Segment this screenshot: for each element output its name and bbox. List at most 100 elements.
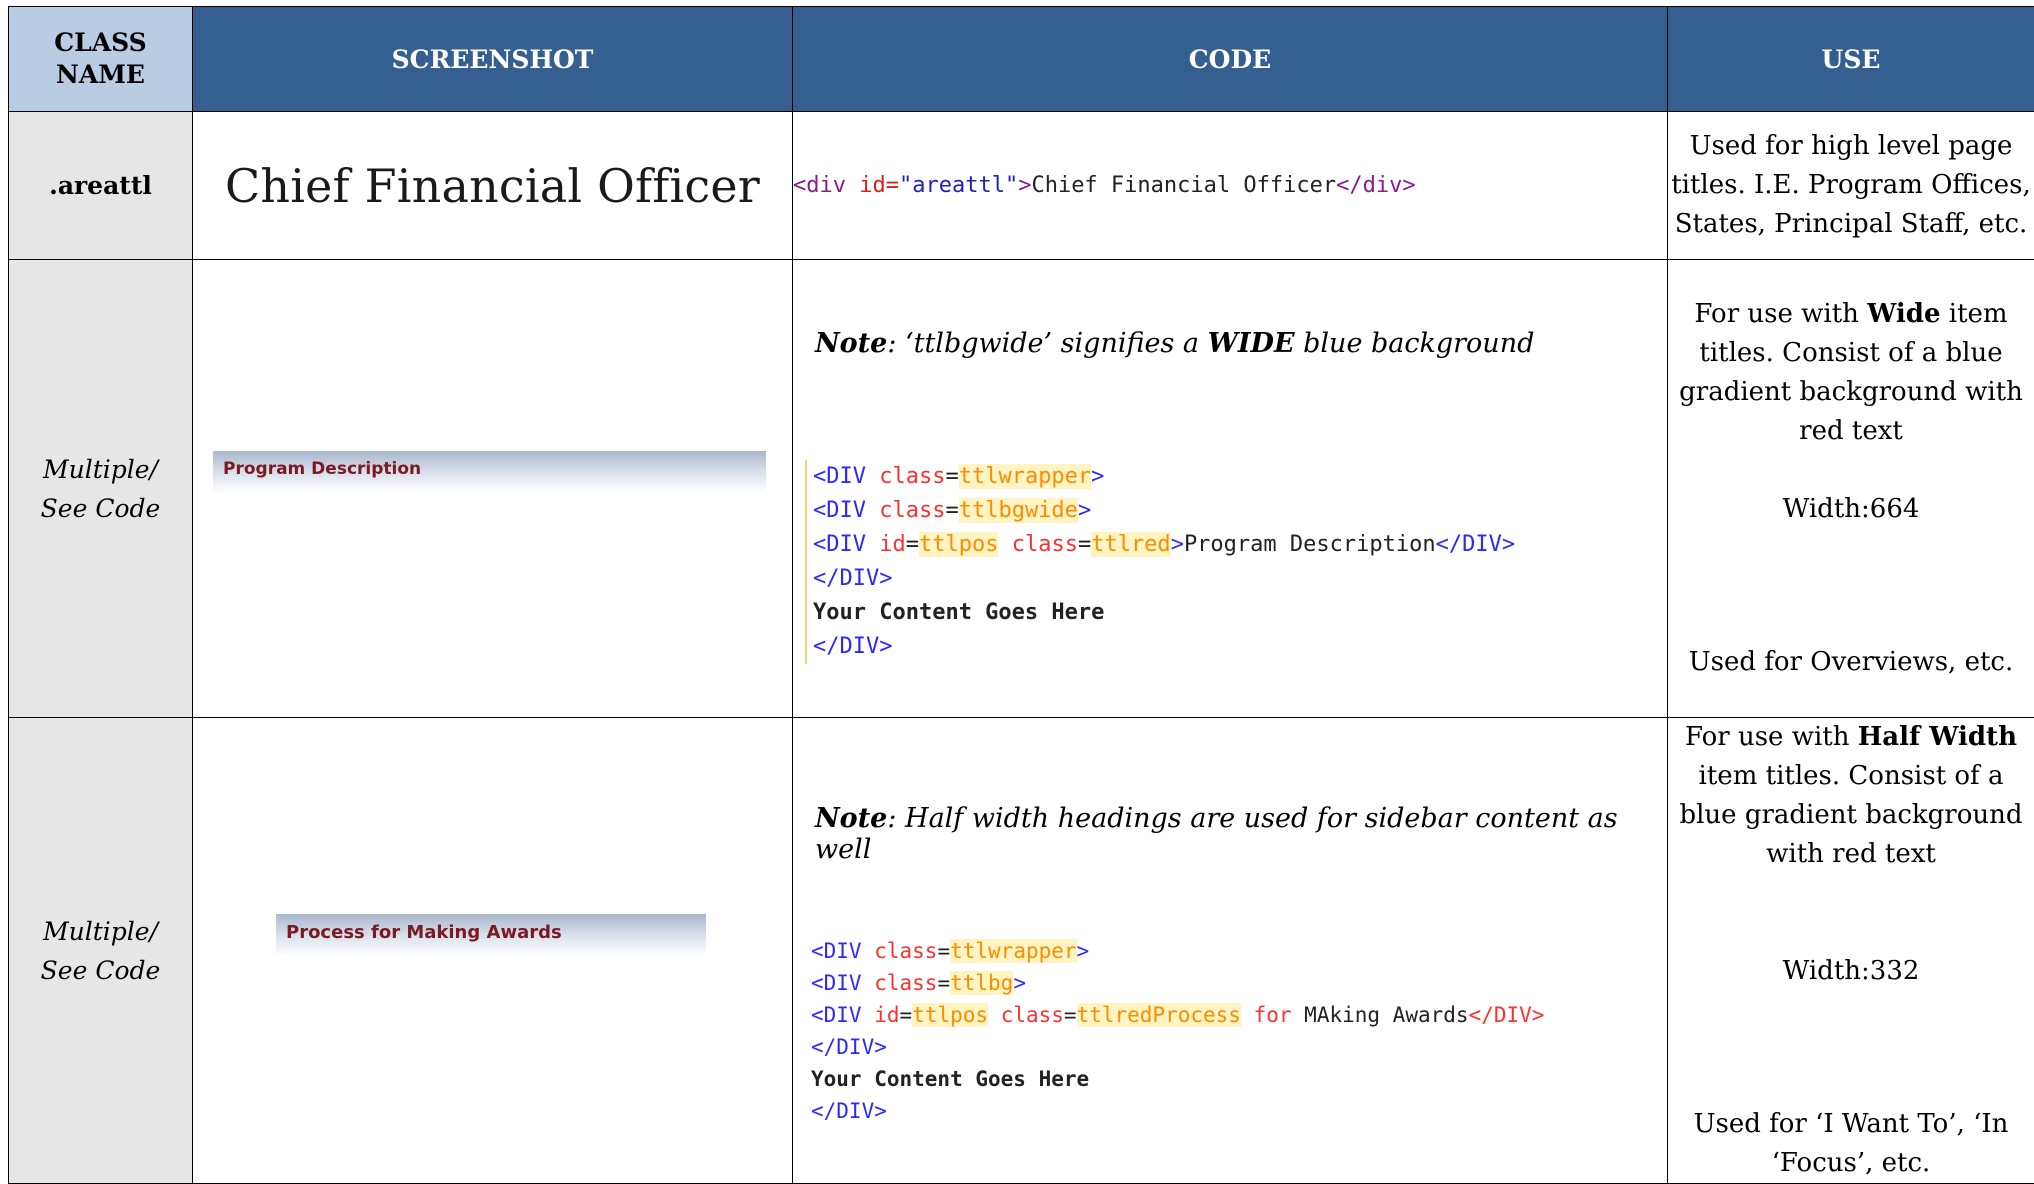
code-cell: Note: Half width headings are used for s… xyxy=(793,718,1668,1184)
header-code: CODE xyxy=(793,7,1668,112)
code-token: <DIV xyxy=(811,1003,862,1027)
class-name-cell: Multiple/ See Code xyxy=(9,260,193,718)
class-name-cell: Multiple/ See Code xyxy=(9,718,193,1184)
note-text-part: : Half width headings are used for sideb… xyxy=(815,803,1618,865)
table-row: Multiple/ See Code Program Description N… xyxy=(9,260,2034,718)
code-token: class xyxy=(1001,1003,1064,1027)
code-token: Program Description xyxy=(1184,532,1436,557)
note-label: Note xyxy=(815,328,887,359)
code-token: Chief Financial Officer xyxy=(1031,173,1336,198)
note-text: Note: Half width headings are used for s… xyxy=(815,803,1667,865)
table-row: .areattl Chief Financial Officer <div id… xyxy=(9,112,2034,260)
use-used-for: Used for Overviews, etc. xyxy=(1668,643,2034,682)
code-token: ttlpos xyxy=(919,532,998,557)
use-text: Used for high level page titles. I.E. Pr… xyxy=(1668,127,2034,244)
use-text-part: For use with xyxy=(1694,299,1867,329)
code-token: = xyxy=(1078,532,1091,557)
code-token: class xyxy=(1012,532,1078,557)
use-text: For use with Wide item titles. Consist o… xyxy=(1668,295,2034,451)
screenshot-cell: Chief Financial Officer xyxy=(193,112,793,260)
use-used-for: Used for ‘I Want To’, ‘In ‘Focus’, etc. xyxy=(1668,1105,2034,1183)
class-name-line: Multiple/ xyxy=(9,912,192,951)
code-token: </DIV> xyxy=(811,1035,887,1059)
code-token: class xyxy=(874,939,937,963)
code-snippet: <DIV class=ttlwrapper> <DIV class=ttlbgw… xyxy=(805,460,1515,664)
code-token: id xyxy=(874,1003,899,1027)
screenshot-cell: Process for Making Awards xyxy=(193,718,793,1184)
code-token: class xyxy=(874,971,937,995)
header-use: USE xyxy=(1668,7,2034,112)
code-token: ttlred xyxy=(1091,532,1170,557)
code-snippet: <DIV class=ttlwrapper> <DIV class=ttlbg>… xyxy=(805,935,1544,1127)
class-name-line: Multiple/ xyxy=(9,450,192,489)
code-token: for xyxy=(1241,1003,1304,1027)
code-token: <DIV xyxy=(813,464,866,489)
wide-title-bar-sample: Program Description xyxy=(213,451,766,493)
code-cell: <div id="areattl">Chief Financial Office… xyxy=(793,112,1668,260)
code-token: class xyxy=(879,464,945,489)
code-snippet: <div id="areattl">Chief Financial Office… xyxy=(793,169,1667,203)
note-text-part: blue background xyxy=(1295,328,1535,359)
note-bold: WIDE xyxy=(1208,328,1295,359)
code-token: </DIV> xyxy=(813,634,892,659)
code-token: = xyxy=(906,532,919,557)
code-token: </DIV> xyxy=(813,566,892,591)
use-text-bold: Half Width xyxy=(1858,722,2017,752)
class-name-cell: .areattl xyxy=(9,112,193,260)
code-token: > xyxy=(1171,532,1184,557)
code-token: </DIV> xyxy=(811,1099,887,1123)
code-token: > xyxy=(1013,971,1026,995)
code-token: <DIV xyxy=(811,971,862,995)
use-cell: For use with Half Width item titles. Con… xyxy=(1668,718,2034,1184)
half-title-bar-label: Process for Making Awards xyxy=(286,922,562,943)
code-token: <DIV xyxy=(813,498,866,523)
code-token: id xyxy=(879,532,906,557)
table-row: Multiple/ See Code Process for Making Aw… xyxy=(9,718,2034,1184)
code-token: > xyxy=(1018,173,1031,198)
header-screenshot: SCREENSHOT xyxy=(193,7,793,112)
note-text: Note: ‘ttlbgwide’ signifies a WIDE blue … xyxy=(815,328,1534,359)
code-token: ttlwrapper xyxy=(950,939,1076,963)
code-token: Your Content Goes Here xyxy=(811,1067,1089,1091)
code-token: id= xyxy=(859,173,899,198)
code-token: </DIV> xyxy=(1469,1003,1545,1027)
use-text-bold: Wide xyxy=(1867,299,1940,329)
use-text-part: For use with xyxy=(1685,722,1858,752)
code-token: ttlpos xyxy=(912,1003,988,1027)
code-token: ttlbgwide xyxy=(959,498,1078,523)
code-token: > xyxy=(1078,498,1091,523)
code-token: ttlredProcess xyxy=(1077,1003,1241,1027)
code-token: Your Content Goes Here xyxy=(813,600,1104,625)
code-token: </DIV> xyxy=(1436,532,1515,557)
code-token: = xyxy=(937,971,950,995)
note-text-part: : ‘ttlbgwide’ signifies a xyxy=(887,328,1207,359)
code-token: = xyxy=(1064,1003,1077,1027)
code-token: <DIV xyxy=(813,532,866,557)
use-cell: Used for high level page titles. I.E. Pr… xyxy=(1668,112,2034,260)
areattl-sample-title: Chief Financial Officer xyxy=(193,159,792,213)
code-token: = xyxy=(937,939,950,963)
note-label: Note xyxy=(815,803,887,834)
code-token: > xyxy=(1091,464,1104,489)
code-token: ttlbg xyxy=(950,971,1013,995)
code-token: class xyxy=(879,498,945,523)
code-cell: Note: ‘ttlbgwide’ signifies a WIDE blue … xyxy=(793,260,1668,718)
header-class-name: CLASS NAME xyxy=(9,7,193,112)
half-title-bar-sample: Process for Making Awards xyxy=(276,914,706,956)
use-text: For use with Half Width item titles. Con… xyxy=(1668,718,2034,874)
header-row: CLASS NAME SCREENSHOT CODE USE xyxy=(9,7,2034,112)
code-token: ttlwrapper xyxy=(959,464,1091,489)
code-token: = xyxy=(945,464,958,489)
code-token: = xyxy=(945,498,958,523)
use-cell: For use with Wide item titles. Consist o… xyxy=(1668,260,2034,718)
code-token: = xyxy=(900,1003,913,1027)
code-token: <div xyxy=(793,173,846,198)
class-name-line: See Code xyxy=(9,951,192,990)
code-token: </div> xyxy=(1336,173,1415,198)
use-width: Width:664 xyxy=(1668,490,2034,529)
use-width: Width:332 xyxy=(1668,952,2034,991)
use-text-part: item titles. Consist of a blue gradient … xyxy=(1679,761,2022,869)
screenshot-cell: Program Description xyxy=(193,260,793,718)
code-token: > xyxy=(1077,939,1090,963)
class-name-line: See Code xyxy=(9,489,192,528)
